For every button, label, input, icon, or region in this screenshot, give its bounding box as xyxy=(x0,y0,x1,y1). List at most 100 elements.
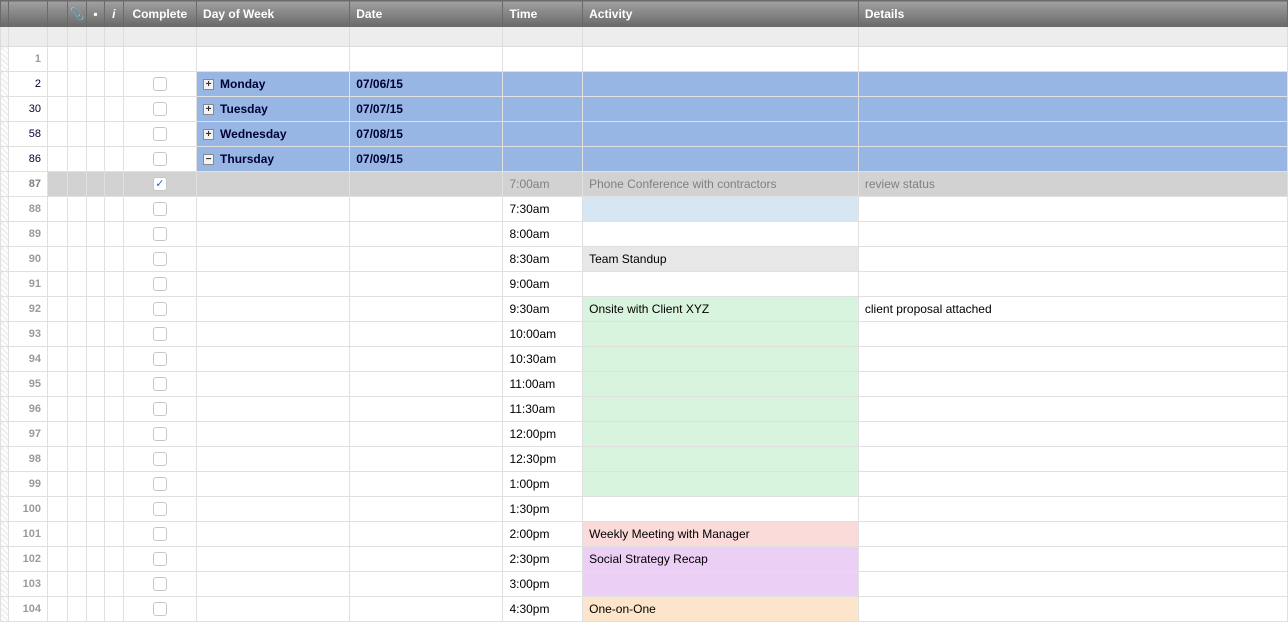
date-cell[interactable] xyxy=(350,497,503,522)
flag-cell[interactable] xyxy=(47,147,67,172)
day-cell[interactable] xyxy=(197,572,350,597)
complete-checkbox[interactable] xyxy=(153,427,167,441)
comment-cell[interactable] xyxy=(86,47,104,72)
flag-header[interactable] xyxy=(47,1,67,27)
complete-checkbox[interactable] xyxy=(153,202,167,216)
complete-checkbox[interactable] xyxy=(153,277,167,291)
filter-row[interactable] xyxy=(1,27,1288,47)
attachment-cell[interactable] xyxy=(68,272,86,297)
date-cell[interactable] xyxy=(350,397,503,422)
date-cell[interactable] xyxy=(350,247,503,272)
table-row[interactable]: 9712:00pm xyxy=(1,422,1288,447)
details-cell[interactable] xyxy=(858,72,1287,97)
day-cell[interactable] xyxy=(197,172,350,197)
attachment-cell[interactable] xyxy=(68,572,86,597)
date-cell[interactable]: 07/06/15 xyxy=(350,72,503,97)
flag-cell[interactable] xyxy=(47,497,67,522)
date-cell[interactable] xyxy=(350,297,503,322)
complete-checkbox[interactable] xyxy=(153,377,167,391)
attachment-cell[interactable] xyxy=(68,72,86,97)
time-cell[interactable] xyxy=(503,72,583,97)
table-row[interactable]: 919:00am xyxy=(1,272,1288,297)
complete-cell[interactable] xyxy=(123,97,197,122)
attachment-cell[interactable] xyxy=(68,397,86,422)
activity-cell[interactable] xyxy=(583,97,859,122)
column-date[interactable]: Date xyxy=(350,1,503,27)
time-cell[interactable]: 4:30pm xyxy=(503,597,583,622)
info-cell[interactable] xyxy=(105,272,123,297)
date-cell[interactable] xyxy=(350,472,503,497)
activity-cell[interactable]: Phone Conference with contractors xyxy=(583,172,859,197)
complete-checkbox[interactable] xyxy=(153,127,167,141)
time-cell[interactable]: 11:30am xyxy=(503,397,583,422)
row-handle[interactable] xyxy=(1,447,9,472)
comment-cell[interactable] xyxy=(86,422,104,447)
info-cell[interactable] xyxy=(105,347,123,372)
table-row[interactable]: 991:00pm xyxy=(1,472,1288,497)
attachment-cell[interactable] xyxy=(68,247,86,272)
time-cell[interactable]: 1:30pm xyxy=(503,497,583,522)
details-cell[interactable] xyxy=(858,197,1287,222)
date-cell[interactable]: 07/07/15 xyxy=(350,97,503,122)
complete-checkbox[interactable] xyxy=(153,577,167,591)
complete-cell[interactable] xyxy=(123,472,197,497)
time-cell[interactable]: 11:00am xyxy=(503,372,583,397)
row-handle[interactable] xyxy=(1,397,9,422)
complete-checkbox[interactable] xyxy=(153,327,167,341)
row-handle[interactable] xyxy=(1,97,9,122)
date-cell[interactable]: 07/08/15 xyxy=(350,122,503,147)
details-cell[interactable] xyxy=(858,47,1287,72)
day-cell[interactable] xyxy=(197,197,350,222)
day-cell[interactable]: +Tuesday xyxy=(197,97,350,122)
attachment-cell[interactable] xyxy=(68,97,86,122)
attachment-cell[interactable] xyxy=(68,447,86,472)
flag-cell[interactable] xyxy=(47,397,67,422)
time-cell[interactable] xyxy=(503,122,583,147)
time-cell[interactable]: 8:30am xyxy=(503,247,583,272)
details-cell[interactable] xyxy=(858,597,1287,622)
complete-checkbox[interactable] xyxy=(153,177,167,191)
info-cell[interactable] xyxy=(105,447,123,472)
table-row[interactable]: 58+Wednesday07/08/15 xyxy=(1,122,1288,147)
complete-checkbox[interactable] xyxy=(153,152,167,166)
activity-cell[interactable] xyxy=(583,397,859,422)
date-cell[interactable] xyxy=(350,372,503,397)
info-cell[interactable] xyxy=(105,247,123,272)
activity-cell[interactable] xyxy=(583,572,859,597)
row-handle[interactable] xyxy=(1,597,9,622)
day-cell[interactable]: +Wednesday xyxy=(197,122,350,147)
attachment-cell[interactable] xyxy=(68,347,86,372)
details-cell[interactable] xyxy=(858,322,1287,347)
day-cell[interactable] xyxy=(197,522,350,547)
flag-cell[interactable] xyxy=(47,222,67,247)
column-activity[interactable]: Activity xyxy=(583,1,859,27)
comment-cell[interactable] xyxy=(86,497,104,522)
complete-checkbox[interactable] xyxy=(153,402,167,416)
comment-cell[interactable] xyxy=(86,247,104,272)
complete-cell[interactable] xyxy=(123,372,197,397)
table-row[interactable]: 1001:30pm xyxy=(1,497,1288,522)
activity-cell[interactable] xyxy=(583,147,859,172)
day-cell[interactable] xyxy=(197,447,350,472)
complete-checkbox[interactable] xyxy=(153,527,167,541)
info-cell[interactable] xyxy=(105,47,123,72)
day-cell[interactable] xyxy=(197,497,350,522)
comment-cell[interactable] xyxy=(86,397,104,422)
comment-cell[interactable] xyxy=(86,147,104,172)
comment-cell[interactable] xyxy=(86,522,104,547)
attachment-cell[interactable] xyxy=(68,472,86,497)
time-cell[interactable]: 2:00pm xyxy=(503,522,583,547)
activity-cell[interactable]: Onsite with Client XYZ xyxy=(583,297,859,322)
flag-cell[interactable] xyxy=(47,197,67,222)
comment-cell[interactable] xyxy=(86,447,104,472)
activity-cell[interactable]: Team Standup xyxy=(583,247,859,272)
complete-checkbox[interactable] xyxy=(153,102,167,116)
details-cell[interactable] xyxy=(858,147,1287,172)
complete-checkbox[interactable] xyxy=(153,252,167,266)
row-handle[interactable] xyxy=(1,347,9,372)
column-time[interactable]: Time xyxy=(503,1,583,27)
info-cell[interactable] xyxy=(105,97,123,122)
time-cell[interactable]: 12:00pm xyxy=(503,422,583,447)
attachment-cell[interactable] xyxy=(68,122,86,147)
table-row[interactable]: 9310:00am xyxy=(1,322,1288,347)
